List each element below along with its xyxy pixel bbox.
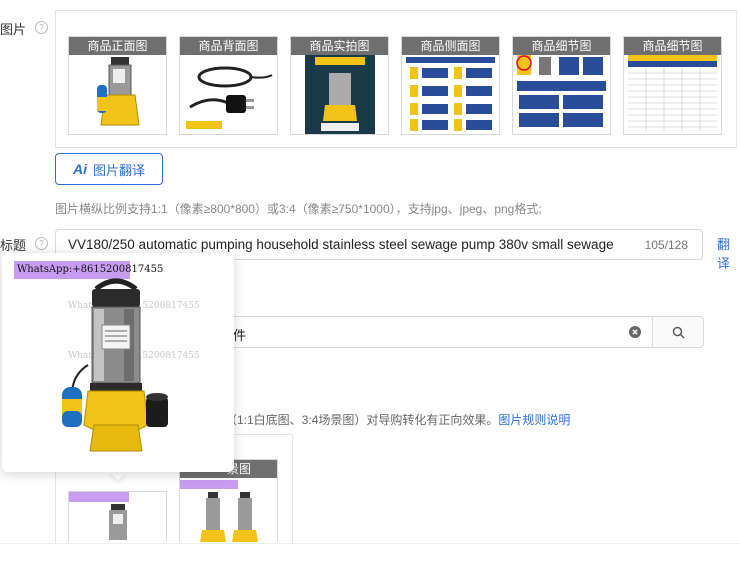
search-icon bbox=[672, 326, 685, 339]
title-value: VV180/250 automatic pumping household st… bbox=[68, 237, 614, 252]
pump-image bbox=[97, 57, 140, 126]
thumbnail-back[interactable]: 商品背面图 bbox=[179, 36, 278, 135]
thumbnail-photo[interactable]: 商品实拍图 bbox=[290, 36, 389, 135]
image-translate-label: 图片翻译 bbox=[92, 162, 145, 178]
pump-image bbox=[109, 504, 127, 540]
title-translate-link[interactable]: 翻译 bbox=[717, 234, 740, 272]
ai-icon: Ai bbox=[72, 161, 87, 177]
thumbnail-side[interactable]: 商品侧面图 bbox=[401, 36, 500, 135]
thumbnail-caption: 商品细节图 bbox=[624, 37, 721, 55]
pump-preview-image bbox=[62, 278, 168, 452]
pump-photo-image bbox=[305, 55, 375, 134]
watermark-strip bbox=[180, 480, 238, 489]
thumbnail-detail-2[interactable]: 商品细节图 bbox=[623, 36, 722, 135]
thumbnail-caption: 商品细节图 bbox=[513, 37, 610, 55]
search-button[interactable] bbox=[652, 316, 704, 348]
thumbnail-caption: 商品侧面图 bbox=[402, 37, 499, 55]
thumbnail-caption: 商品实拍图 bbox=[291, 37, 388, 55]
lower-thumbnail-1[interactable] bbox=[68, 491, 167, 542]
image-rule-link[interactable]: 图片规则说明 bbox=[498, 413, 570, 427]
title-char-count: 105/128 bbox=[644, 238, 688, 252]
cable-image bbox=[186, 66, 273, 129]
image-translate-button[interactable]: Ai 图片翻译 bbox=[55, 153, 163, 185]
help-icon[interactable]: ? bbox=[35, 21, 48, 34]
help-icon[interactable]: ? bbox=[35, 237, 48, 250]
spec-table-image bbox=[628, 55, 717, 131]
pump-image bbox=[200, 492, 258, 542]
spec-grid-image bbox=[406, 57, 495, 131]
thumbnail-front[interactable]: 商品正面图 bbox=[68, 36, 167, 135]
watermark-strip bbox=[69, 492, 129, 502]
image-format-hint: 图片横纵比例支持1:1（像素≥800*800）或3:4（像素≥750*1000）… bbox=[55, 202, 542, 216]
thumbnail-detail-1[interactable]: 商品细节图 bbox=[512, 36, 611, 135]
title-label: 标题 bbox=[0, 238, 27, 253]
image-gallery: 商品正面图 商品背面图 商品实拍图 商品侧面图 商品细节图 商品细节图 bbox=[55, 10, 737, 148]
image-rule-hint: （1:1白底图、3:4场景图）对导购转化有正向效果。图片规则说明 bbox=[225, 411, 570, 428]
images-label: 图片 bbox=[0, 22, 27, 37]
clear-icon[interactable] bbox=[629, 326, 641, 338]
section-divider bbox=[0, 543, 740, 544]
image-preview-popup: WhatsApp:+8615200817455 WhatsApp:+861520… bbox=[2, 253, 234, 472]
detail-grid-image bbox=[516, 55, 606, 127]
search-value: 件 bbox=[233, 328, 247, 343]
thumbnail-caption: 商品正面图 bbox=[69, 37, 166, 55]
thumbnail-caption: 商品背面图 bbox=[180, 37, 277, 55]
image-rule-text: （1:1白底图、3:4场景图）对导购转化有正向效果。 bbox=[225, 413, 499, 427]
